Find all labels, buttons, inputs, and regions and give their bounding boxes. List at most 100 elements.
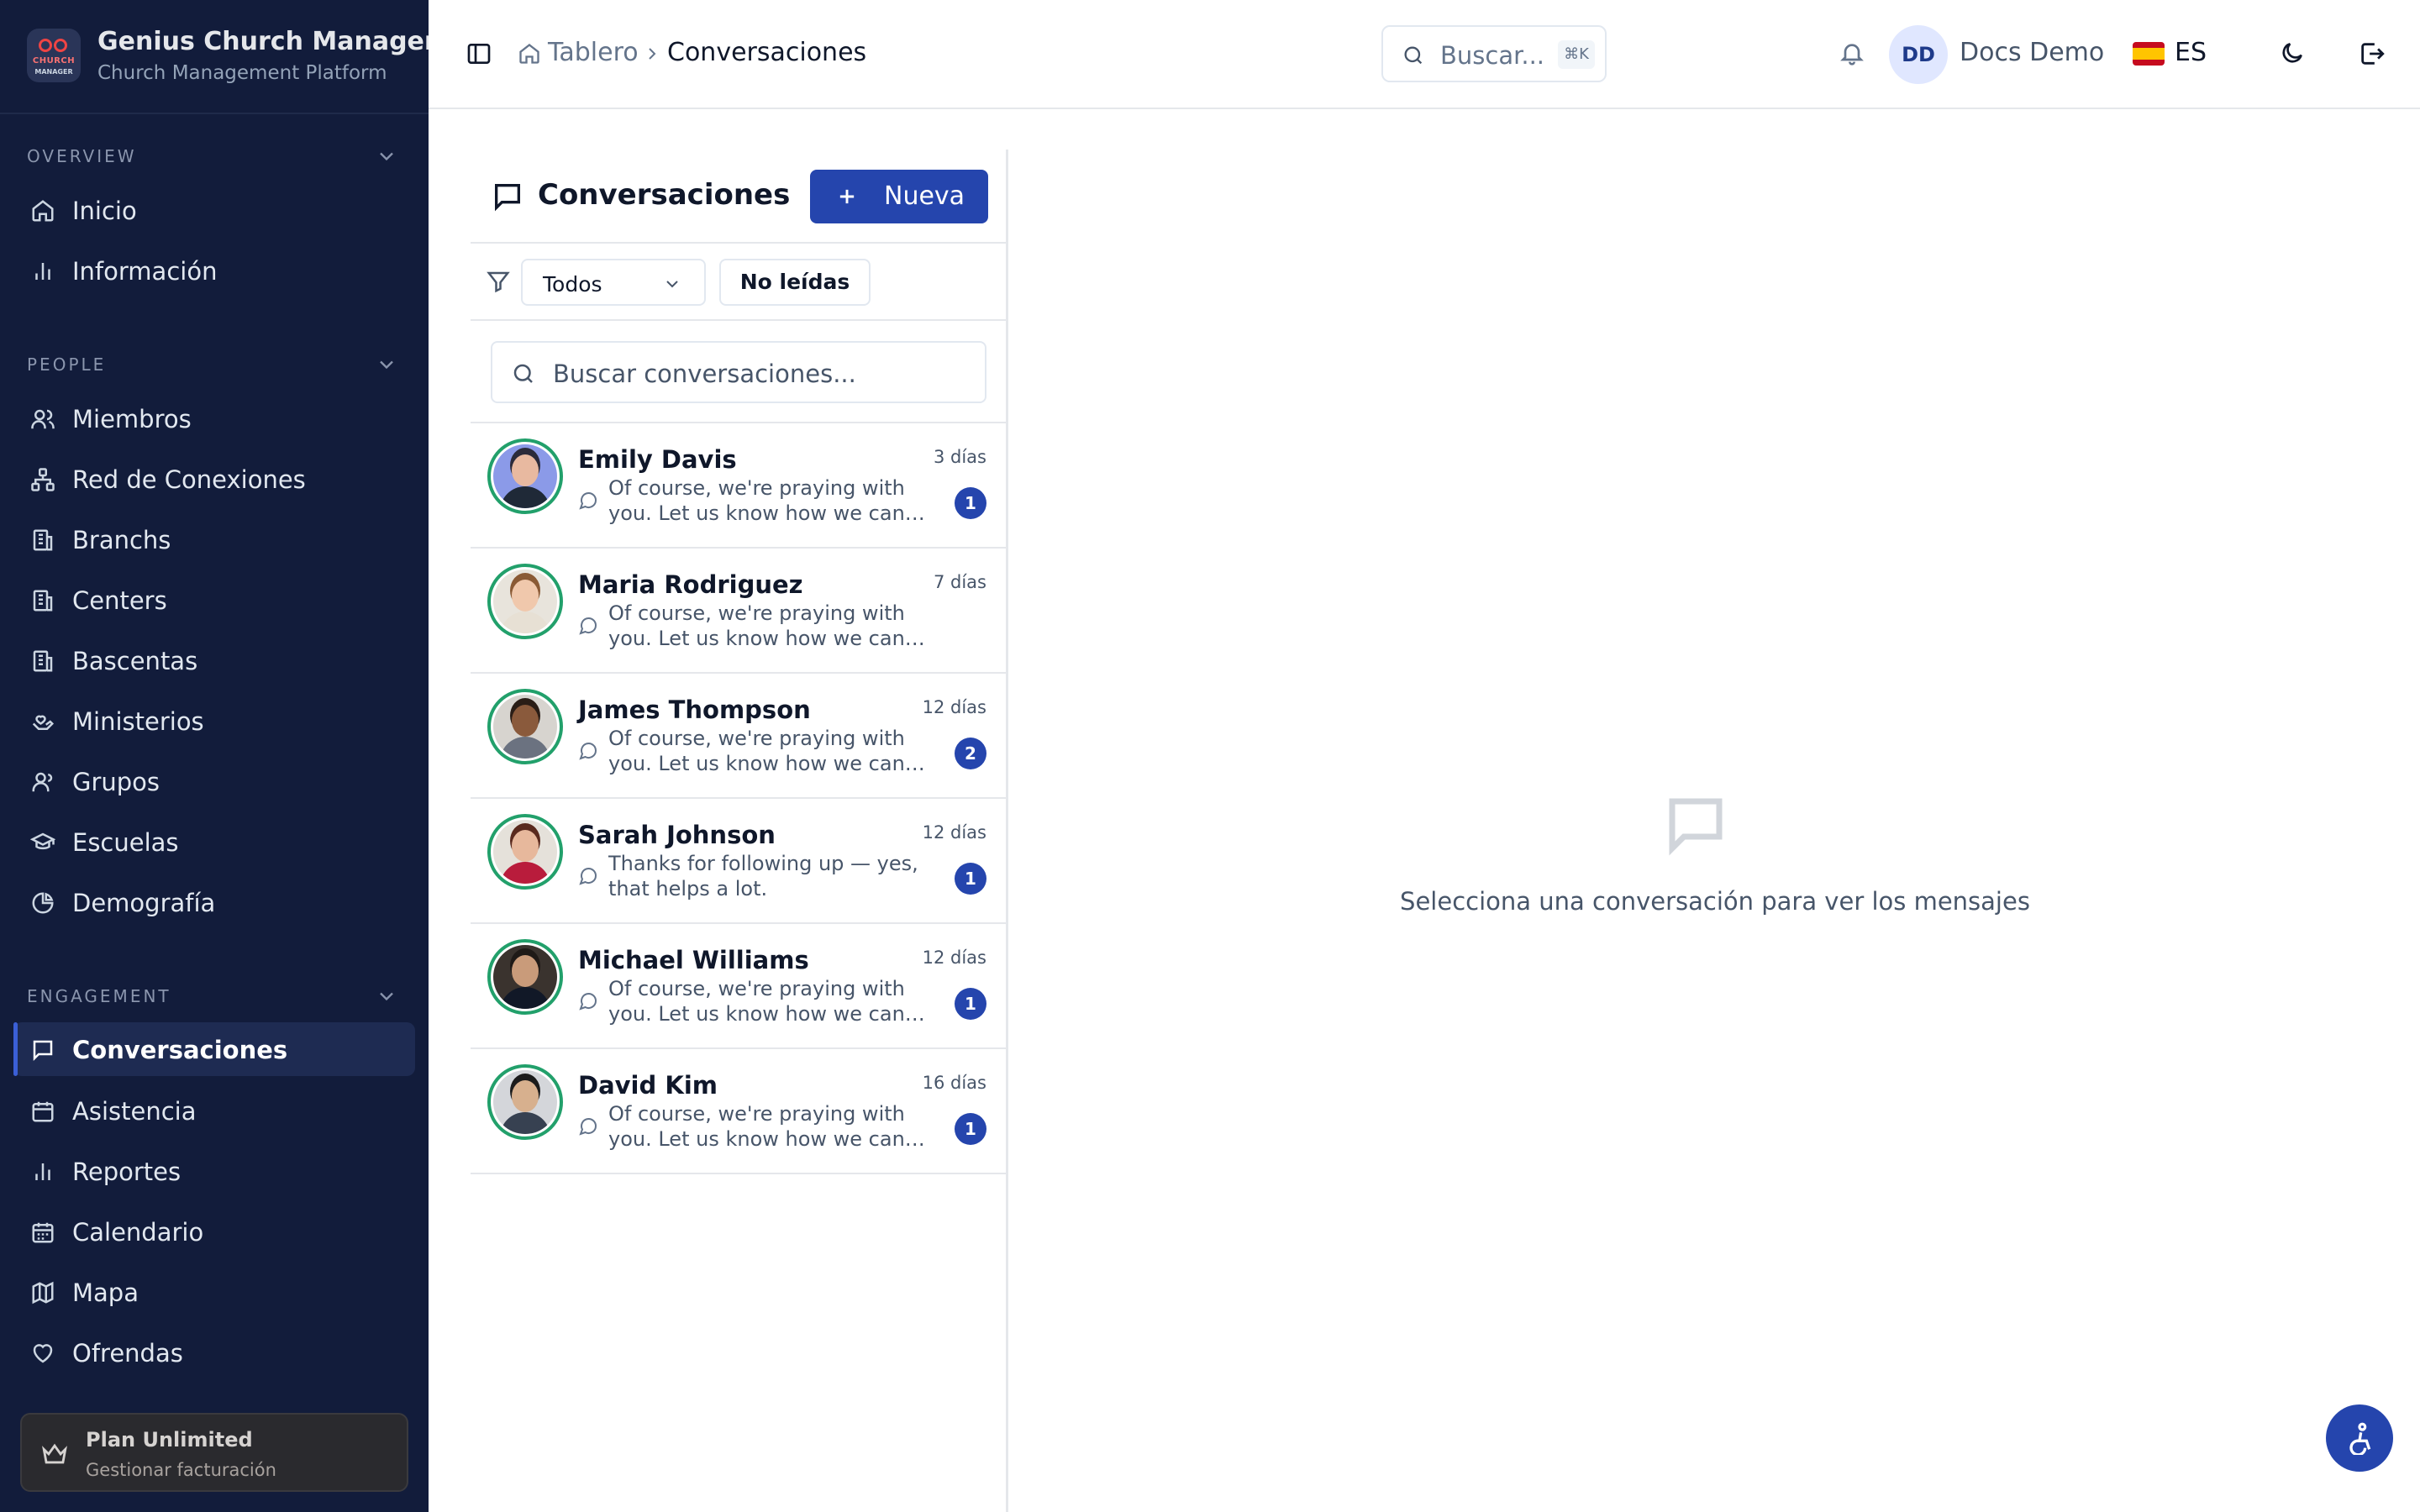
bar-chart-icon bbox=[35, 1163, 50, 1180]
section-overview: OVERVIEW bbox=[0, 139, 429, 173]
search-placeholder: Buscar... bbox=[1440, 41, 1545, 70]
spain-flag-icon[interactable] bbox=[2133, 42, 2165, 66]
contact-name: James Thompson bbox=[578, 696, 811, 724]
contact-avatar bbox=[487, 438, 563, 514]
contact-name: Michael Williams bbox=[578, 946, 809, 974]
section-title: OVERVIEW bbox=[27, 146, 137, 166]
language-selector[interactable]: ES bbox=[2175, 38, 2207, 67]
sidebar-item-inicio[interactable]: Inicio bbox=[13, 183, 415, 237]
new-conversation-button[interactable]: Nueva bbox=[810, 170, 988, 223]
contact-name: Maria Rodriguez bbox=[578, 570, 803, 599]
conversation-search-input[interactable]: Buscar conversaciones... bbox=[491, 341, 986, 403]
chevron-down-icon bbox=[380, 360, 393, 370]
accessibility-button[interactable] bbox=[2326, 1404, 2393, 1472]
sidebar-item-grupos[interactable]: Grupos bbox=[13, 754, 415, 808]
conversation-time: 16 días bbox=[922, 1073, 986, 1093]
sidebar-item-escuelas[interactable]: Escuelas bbox=[13, 815, 415, 869]
global-search[interactable]: Buscar... ⌘K bbox=[1381, 25, 1607, 82]
sidebar-item-reportes[interactable]: Reportes bbox=[13, 1144, 415, 1198]
sidebar-item-calendario[interactable]: Calendario bbox=[13, 1205, 415, 1258]
heart-icon bbox=[33, 1344, 53, 1363]
plan-subtitle: Gestionar facturación bbox=[86, 1460, 276, 1480]
message-preview: Of course, we're praying with you. Let u… bbox=[608, 601, 905, 650]
conversation-time: 12 días bbox=[922, 822, 986, 843]
bell-icon[interactable] bbox=[1839, 39, 1865, 66]
brand-header[interactable]: CHURCH MANAGER Genius Church Manager Chu… bbox=[0, 0, 437, 114]
sidebar-item-label: Ministerios bbox=[72, 707, 204, 736]
building-icon bbox=[33, 529, 53, 551]
message-square-icon bbox=[33, 1040, 53, 1062]
sidebar-item-miembros[interactable]: Miembros bbox=[13, 391, 415, 445]
sidebar-item-asistencia[interactable]: Asistencia bbox=[13, 1084, 415, 1137]
sidebar-item-ofrendas[interactable]: Ofrendas bbox=[13, 1326, 415, 1379]
new-button-label: Nueva bbox=[884, 181, 965, 211]
sidebar-item-bascentas[interactable]: Bascentas bbox=[13, 633, 415, 687]
plan-card[interactable]: Plan Unlimited Gestionar facturación bbox=[20, 1413, 408, 1492]
message-circle-icon bbox=[579, 492, 597, 510]
section-header-engagement[interactable]: ENGAGEMENT bbox=[0, 979, 429, 1013]
sidebar-item-label: Demografía bbox=[72, 889, 216, 917]
search-icon bbox=[1404, 46, 1423, 65]
sidebar-item-label: Centers bbox=[72, 586, 167, 615]
sidebar-item-label: Grupos bbox=[72, 768, 160, 796]
building-icon bbox=[33, 590, 53, 612]
conversation-item[interactable]: James Thompson 12 días Of course, we're pr… bbox=[471, 674, 1008, 799]
top-header: Tablero Conversaciones Buscar... ⌘K DD D… bbox=[429, 0, 2420, 109]
sidebar-item-label: Asistencia bbox=[72, 1097, 197, 1126]
message-preview: Of course, we're praying with you. Let u… bbox=[608, 727, 905, 775]
home-icon bbox=[32, 200, 54, 222]
network-icon bbox=[31, 468, 55, 491]
sidebar-item-branchs[interactable]: Branchs bbox=[13, 512, 415, 566]
conversation-item[interactable]: David Kim 16 días Of course, we're praying… bbox=[471, 1049, 1008, 1174]
sidebar-item-label: Reportes bbox=[72, 1158, 182, 1186]
section-engagement: ENGAGEMENT bbox=[0, 979, 429, 1013]
accessibility-icon bbox=[2349, 1422, 2371, 1455]
conversations-title: Conversaciones bbox=[538, 178, 791, 212]
sidebar-toggle-icon[interactable] bbox=[466, 40, 492, 67]
sidebar-item-label: Conversaciones bbox=[72, 1036, 288, 1064]
user-name[interactable]: Docs Demo bbox=[1960, 38, 2104, 67]
sidebar-item-label: Ofrendas bbox=[72, 1339, 183, 1368]
plan-name: Plan Unlimited bbox=[86, 1428, 253, 1452]
sidebar-item-informacion[interactable]: Información bbox=[13, 244, 415, 297]
sidebar-item-centers[interactable]: Centers bbox=[13, 573, 415, 627]
contact-avatar bbox=[487, 689, 563, 764]
sidebar-item-red-de-conexiones[interactable]: Red de Conexiones bbox=[13, 452, 415, 506]
sidebar-item-ministerios[interactable]: Ministerios bbox=[13, 694, 415, 748]
breadcrumb-tablero[interactable]: Tablero bbox=[548, 38, 639, 67]
sidebar-item-label: Información bbox=[72, 257, 218, 286]
shortcut-badge: ⌘K bbox=[1558, 40, 1595, 69]
conversation-time: 3 días bbox=[933, 447, 986, 467]
conversation-item[interactable]: Sarah Johnson 12 días Thanks for following… bbox=[471, 799, 1008, 924]
unread-filter-button[interactable]: No leídas bbox=[719, 259, 871, 306]
filter-value: Todos bbox=[543, 272, 602, 297]
conversation-item[interactable]: Maria Rodriguez 7 días Of course, we're pr… bbox=[471, 549, 1008, 674]
unread-badge: 1 bbox=[955, 1113, 986, 1145]
logout-icon[interactable] bbox=[2358, 39, 2386, 68]
message-square-icon bbox=[495, 184, 520, 212]
sidebar-item-label: Mapa bbox=[72, 1278, 139, 1307]
unread-badge: 1 bbox=[955, 487, 986, 519]
filter-select[interactable]: Todos bbox=[521, 259, 706, 306]
sidebar-item-demografia[interactable]: Demografía bbox=[13, 875, 415, 929]
bar-chart-icon bbox=[35, 263, 50, 280]
conversation-item[interactable]: Michael Williams 12 días Of course, we're … bbox=[471, 924, 1008, 1049]
user-avatar[interactable]: DD bbox=[1889, 25, 1948, 84]
moon-icon[interactable] bbox=[2279, 39, 2306, 66]
section-header-overview[interactable]: OVERVIEW bbox=[0, 139, 429, 173]
sidebar-item-label: Branchs bbox=[72, 526, 171, 554]
search-placeholder: Buscar conversaciones... bbox=[553, 360, 856, 388]
contact-avatar bbox=[487, 1064, 563, 1140]
chevron-right-icon bbox=[649, 48, 656, 60]
home-icon[interactable] bbox=[518, 42, 541, 66]
section-header-people[interactable]: PEOPLE bbox=[0, 348, 429, 381]
users-icon bbox=[31, 409, 55, 429]
sidebar-item-label: Inicio bbox=[72, 197, 137, 225]
building-icon bbox=[33, 650, 53, 672]
sidebar-item-conversaciones[interactable]: Conversaciones bbox=[13, 1022, 415, 1076]
conversation-time: 7 días bbox=[933, 572, 986, 592]
unread-badge: 1 bbox=[955, 988, 986, 1020]
conversation-time: 12 días bbox=[922, 948, 986, 968]
sidebar-item-mapa[interactable]: Mapa bbox=[13, 1265, 415, 1319]
conversation-item[interactable]: Emily Davis 3 días Of course, we're prayin… bbox=[471, 423, 1008, 549]
